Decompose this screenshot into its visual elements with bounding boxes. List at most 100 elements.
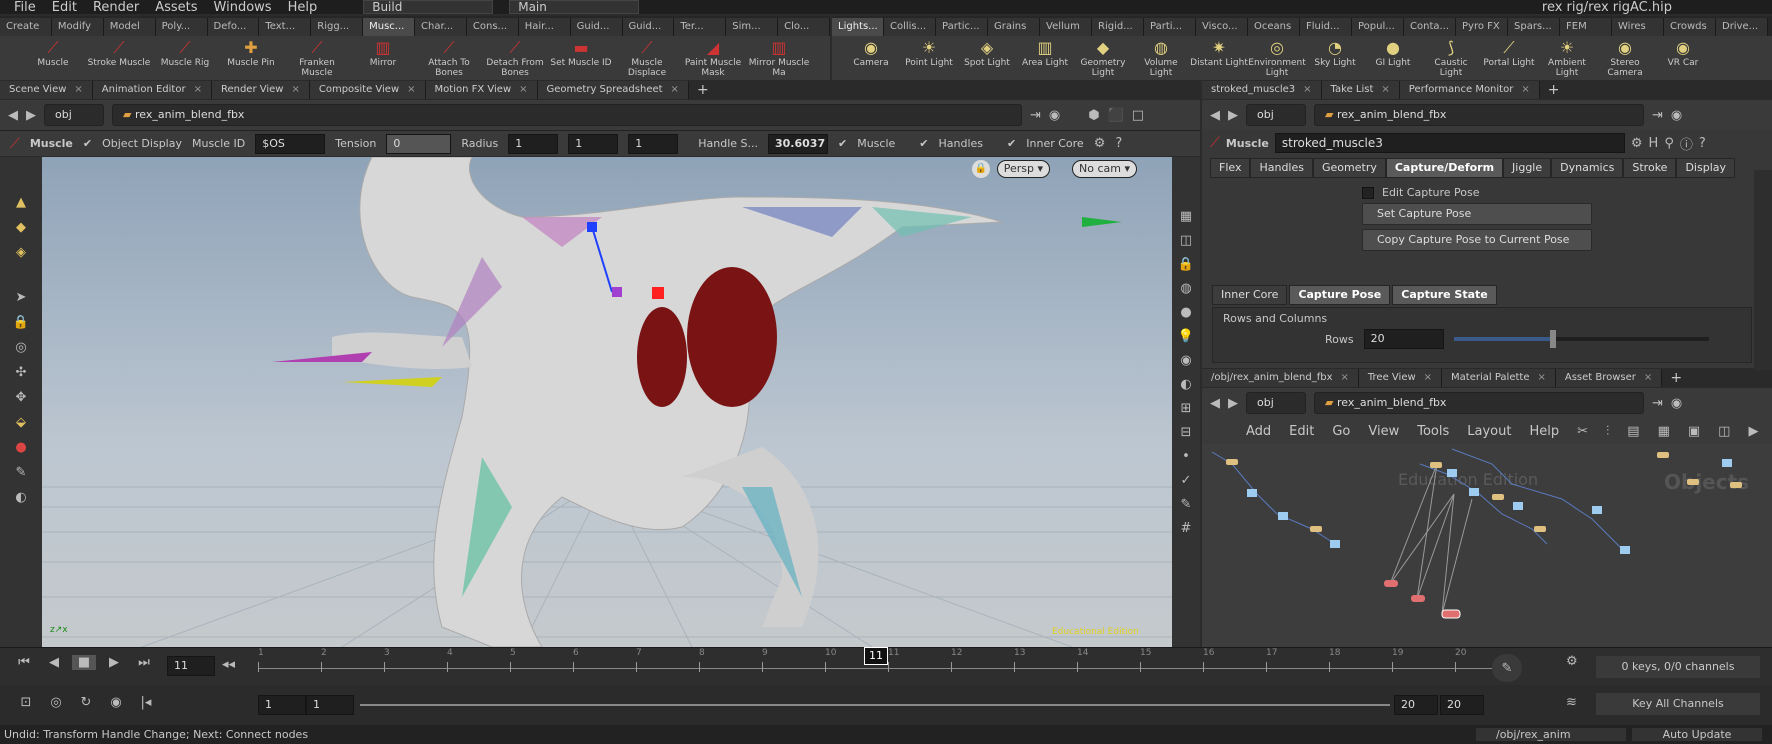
network-menu-item[interactable]: Edit — [1289, 424, 1314, 439]
link-icon[interactable]: ◉ — [1049, 108, 1060, 123]
sync-icon[interactable]: ◉ — [104, 695, 128, 710]
shelf-tab[interactable]: Rigg... — [311, 18, 364, 36]
param-tab[interactable]: Capture/Deform — [1385, 158, 1504, 178]
shading-icon[interactable]: ● — [1180, 305, 1191, 320]
jump-start-icon[interactable]: ⏮ — [12, 655, 36, 670]
network-forward-icon[interactable]: ▶ — [1228, 396, 1238, 411]
pane-tab[interactable]: Material Palette × — [1442, 369, 1556, 387]
handle-tool-icon[interactable]: ✥ — [16, 390, 27, 405]
radius-z-field[interactable]: 1 — [628, 133, 679, 154]
shelf-tab[interactable]: Partic... — [936, 18, 988, 36]
shelf-tool[interactable]: ◉ Stereo Camera — [1596, 36, 1654, 80]
network-tool-icon[interactable]: ▶ — [1748, 424, 1758, 439]
add-tab-icon[interactable]: + — [689, 82, 717, 98]
rows-slider[interactable] — [1453, 330, 1709, 348]
close-icon[interactable]: × — [1537, 372, 1545, 383]
view-icon[interactable]: ◐ — [15, 490, 26, 505]
key-all-channels-button[interactable]: Key All Channels — [1596, 693, 1760, 715]
shelf-tab[interactable]: Musc... — [363, 18, 415, 36]
pen-icon[interactable]: ✎ — [1181, 497, 1192, 512]
params-pin-icon[interactable]: ⇥ — [1652, 108, 1663, 123]
range-slider[interactable] — [360, 704, 1390, 706]
camera-view-icon[interactable]: ⬛ — [1108, 108, 1124, 123]
pane-tab[interactable]: Performance Monitor × — [1399, 81, 1540, 99]
param-tab[interactable]: Dynamics — [1551, 158, 1624, 178]
paint-icon[interactable]: ✎ — [16, 465, 27, 480]
param-tab[interactable]: Flex — [1210, 158, 1251, 178]
search-icon[interactable]: ⚲ — [1664, 136, 1674, 151]
number-icon[interactable]: # — [1181, 521, 1192, 536]
capture-subtab[interactable]: Inner Core — [1212, 285, 1288, 305]
shelf-tool[interactable]: ⟋ Detach From Bones — [482, 36, 548, 80]
edit-capture-checkbox[interactable] — [1362, 186, 1374, 199]
shelf-tab[interactable]: Lights... — [832, 18, 884, 36]
shelf-tool[interactable]: ✷ Distant Light — [1190, 36, 1248, 80]
pane-tab[interactable]: Asset Browser × — [1555, 369, 1663, 387]
shelf-tab[interactable]: Create — [0, 18, 52, 36]
menu-file[interactable]: File — [14, 0, 36, 14]
shelf-tab[interactable]: Guid... — [570, 18, 623, 36]
end-frame-field[interactable]: 20 — [1440, 695, 1484, 715]
param-tab[interactable]: Display — [1676, 158, 1735, 178]
lock-camera-icon[interactable]: 🔒 — [1178, 257, 1194, 272]
path-node[interactable]: ▰ rex_anim_blend_fbx — [112, 104, 1022, 126]
network-pin-icon[interactable]: ⇥ — [1652, 396, 1663, 411]
playhead-marker[interactable]: 11 — [864, 647, 888, 665]
close-icon[interactable]: × — [1424, 372, 1432, 383]
shelf-tab[interactable]: Visco... — [1196, 18, 1248, 36]
menu-edit[interactable]: Edit — [52, 0, 77, 14]
pane-tab[interactable]: Animation Editor × — [92, 81, 212, 99]
close-icon[interactable]: × — [1644, 372, 1652, 383]
forward-icon[interactable]: ▶ — [26, 108, 36, 123]
shelf-tab[interactable]: Fluid... — [1300, 18, 1352, 36]
shelf-tab[interactable]: Collis... — [884, 18, 936, 36]
network-menu-item[interactable]: Tools — [1417, 424, 1449, 439]
shelf-tab[interactable]: Defo... — [207, 18, 260, 36]
audio-icon[interactable]: ✎ — [1492, 654, 1522, 682]
keyframe-mode-icon[interactable]: ⚙ — [1566, 654, 1578, 669]
shelf-tab[interactable]: Cons... — [466, 18, 519, 36]
key-filter-icon[interactable]: ≋ — [1566, 695, 1577, 710]
shelf-tab[interactable]: Modify — [51, 18, 104, 36]
maximize-icon[interactable]: □ — [1132, 108, 1144, 123]
sound-icon[interactable]: ◎ — [44, 695, 68, 710]
menu-assets[interactable]: Assets — [155, 0, 197, 14]
shelf-tab[interactable]: Model — [103, 18, 156, 36]
shelf-tab[interactable]: Wires — [1612, 18, 1664, 36]
back-icon[interactable]: ◀ — [8, 108, 18, 123]
shelf-tool[interactable]: ▥ Area Light — [1016, 36, 1074, 80]
shelf-tool[interactable]: ☀ Ambient Light — [1538, 36, 1596, 80]
light-icon[interactable]: 💡 — [1178, 329, 1194, 344]
normals-icon[interactable]: ⊟ — [1181, 425, 1192, 440]
node-name-field[interactable]: stroked_muscle3 — [1274, 133, 1625, 153]
shelf-tab[interactable]: Pyro FX — [1456, 18, 1508, 36]
step-back-icon[interactable]: ◂◂ — [222, 657, 235, 672]
capture-subtab[interactable]: Capture State — [1392, 285, 1497, 305]
lock-icon[interactable]: 🔒 — [13, 315, 29, 330]
shelf-tab[interactable]: Spars... — [1508, 18, 1560, 36]
network-tool-icon[interactable]: ⫶ — [1606, 424, 1609, 439]
persp-menu[interactable]: Persp ▾ — [996, 160, 1050, 178]
info-icon[interactable]: ⓘ — [1680, 134, 1693, 153]
gear-icon[interactable]: ⚙ — [1631, 136, 1643, 151]
visibility-icon[interactable]: ◍ — [1180, 281, 1191, 296]
network-menu-item[interactable]: Help — [1529, 424, 1559, 439]
close-icon[interactable]: × — [1381, 84, 1389, 95]
shelf-tool[interactable]: ⟋ Muscle Displace — [614, 36, 680, 80]
geometry-icon[interactable]: ⬢ — [1088, 108, 1099, 123]
shelf-tool[interactable]: ⟋ Portal Light — [1480, 36, 1538, 80]
shelf-tab[interactable]: Popul... — [1352, 18, 1404, 36]
muscle-id-field[interactable]: $OS — [255, 133, 326, 154]
network-menu-item[interactable]: Add — [1246, 424, 1271, 439]
network-editor[interactable]: Education Edition Objects — [1202, 444, 1772, 647]
param-tab[interactable]: Stroke — [1623, 158, 1677, 178]
shelf-tab[interactable]: Text... — [259, 18, 312, 36]
shelf-tool[interactable]: ⟋ Stroke Muscle — [86, 36, 152, 80]
path-root[interactable]: obj — [44, 104, 104, 126]
shelf-tab[interactable]: Conta... — [1404, 18, 1456, 36]
tension-field[interactable]: 0 — [386, 133, 452, 154]
display-options-icon[interactable]: ▦ — [1180, 209, 1192, 224]
network-tool-icon[interactable]: ▦ — [1658, 424, 1670, 439]
stop-icon[interactable]: ■ — [72, 655, 96, 670]
close-icon[interactable]: × — [407, 84, 415, 95]
